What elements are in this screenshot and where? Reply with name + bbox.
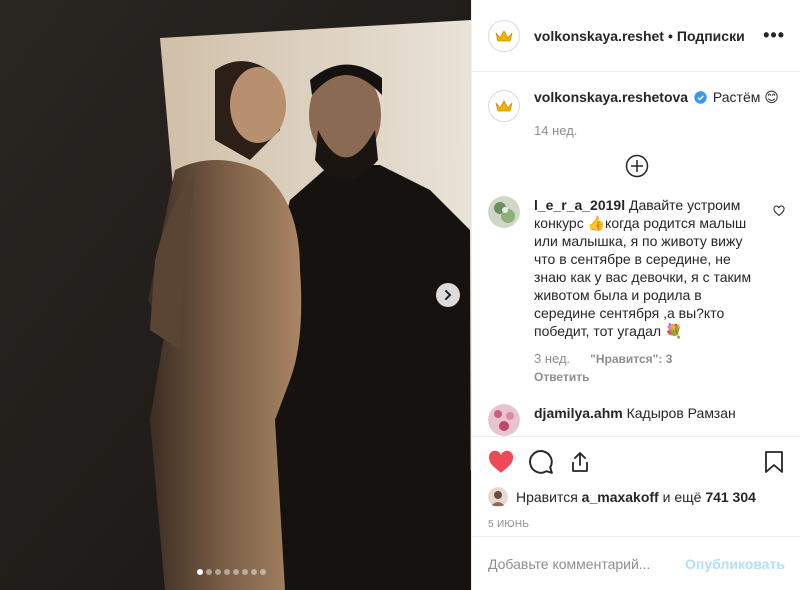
post-photo[interactable] [0,0,471,590]
commenter-avatar[interactable] [488,404,520,436]
caption-time[interactable]: 14 нед. [534,122,779,140]
comment-text: Кадыров Рамзан [626,405,736,421]
comment-meta: 3 нед. "Нравится": 3 [534,350,758,368]
commenter-avatar-image [488,196,520,228]
publish-button[interactable]: Опубликовать [685,556,785,572]
author-avatar[interactable] [488,19,520,52]
comment-time[interactable]: 3 нед. [534,350,570,368]
caption-text: Растём 😊 [712,89,779,105]
comments-section[interactable]: volkonskaya.reshetova Растём 😊 14 нед. l… [472,72,800,436]
likes-middle: и ещё [662,489,702,505]
crown-icon [495,29,513,41]
commenter-username[interactable]: djamilya.ahm [534,405,623,421]
comment-item: l_e_r_a_2019l Давайте устроим конкурс 👍к… [488,196,785,386]
like-button[interactable] [488,450,514,474]
reply-button[interactable]: Ответить [534,368,758,386]
add-comment-form: Опубликовать [472,536,800,590]
post-header: volkonskaya.reshetova • Подписки ••• [472,0,800,72]
share-upload-icon [572,452,588,472]
share-button[interactable] [568,450,592,474]
comment-bubble-icon [529,450,553,474]
caption-avatar[interactable] [488,90,520,122]
crown-icon [495,100,513,112]
carousel-dot [197,569,203,575]
verified-badge-icon [694,91,707,104]
photo-scene [0,0,471,590]
liker-avatar-image [488,487,508,507]
following-button[interactable]: Подписки [677,28,745,44]
more-options-button[interactable]: ••• [763,25,785,46]
action-bar [488,447,785,477]
next-image-button[interactable] [436,283,460,307]
commenter-avatar[interactable] [488,196,520,228]
comment-likes[interactable]: "Нравится": 3 [590,350,672,368]
carousel-dot [215,569,221,575]
carousel-dot [224,569,230,575]
liker-username[interactable]: a_maxakoff [582,489,659,505]
likes-summary[interactable]: Нравится a_maxakoff и ещё 741 304 [488,487,785,507]
carousel-dot [233,569,239,575]
comment-body: l_e_r_a_2019l Давайте устроим конкурс 👍к… [534,196,758,386]
comment-text: Давайте устроим конкурс 👍когда родится м… [534,197,752,339]
comment-button[interactable] [528,449,554,475]
commenter-avatar-image [488,404,520,436]
carousel-dot [260,569,266,575]
plus-circle-icon [625,154,648,178]
save-button[interactable] [763,450,785,474]
post-actions: Нравится a_maxakoff и ещё 741 304 5 июнь [472,436,800,530]
carousel-dot [242,569,248,575]
like-comment-button[interactable] [773,204,785,222]
header-separator: • [668,27,673,44]
author-username[interactable]: volkonskaya.reshetova [534,28,664,44]
comment-input[interactable] [488,555,686,572]
chevron-right-icon [445,290,452,300]
carousel-indicator [197,569,266,575]
post-date[interactable]: 5 июнь [488,519,785,530]
likes-prefix: Нравится [516,489,578,505]
load-more-comments-button[interactable] [488,154,785,178]
heart-outline-icon [773,205,785,217]
carousel-dot [206,569,212,575]
likes-count[interactable]: 741 304 [705,489,756,505]
post-side-panel: volkonskaya.reshetova • Подписки ••• vol… [471,0,800,590]
bookmark-icon [765,451,783,473]
carousel-dot [251,569,257,575]
post-caption: volkonskaya.reshetova Растём 😊 14 нед. [488,88,785,140]
caption-body: volkonskaya.reshetova Растём 😊 14 нед. [534,88,779,140]
comment-body: djamilya.ahm Кадыров Рамзан [534,404,774,436]
liker-avatar[interactable] [488,487,508,507]
heart-filled-icon [488,450,514,473]
comment-item: djamilya.ahm Кадыров Рамзан [488,404,785,436]
caption-username[interactable]: volkonskaya.reshetova [534,89,688,105]
commenter-username[interactable]: l_e_r_a_2019l [534,197,625,213]
